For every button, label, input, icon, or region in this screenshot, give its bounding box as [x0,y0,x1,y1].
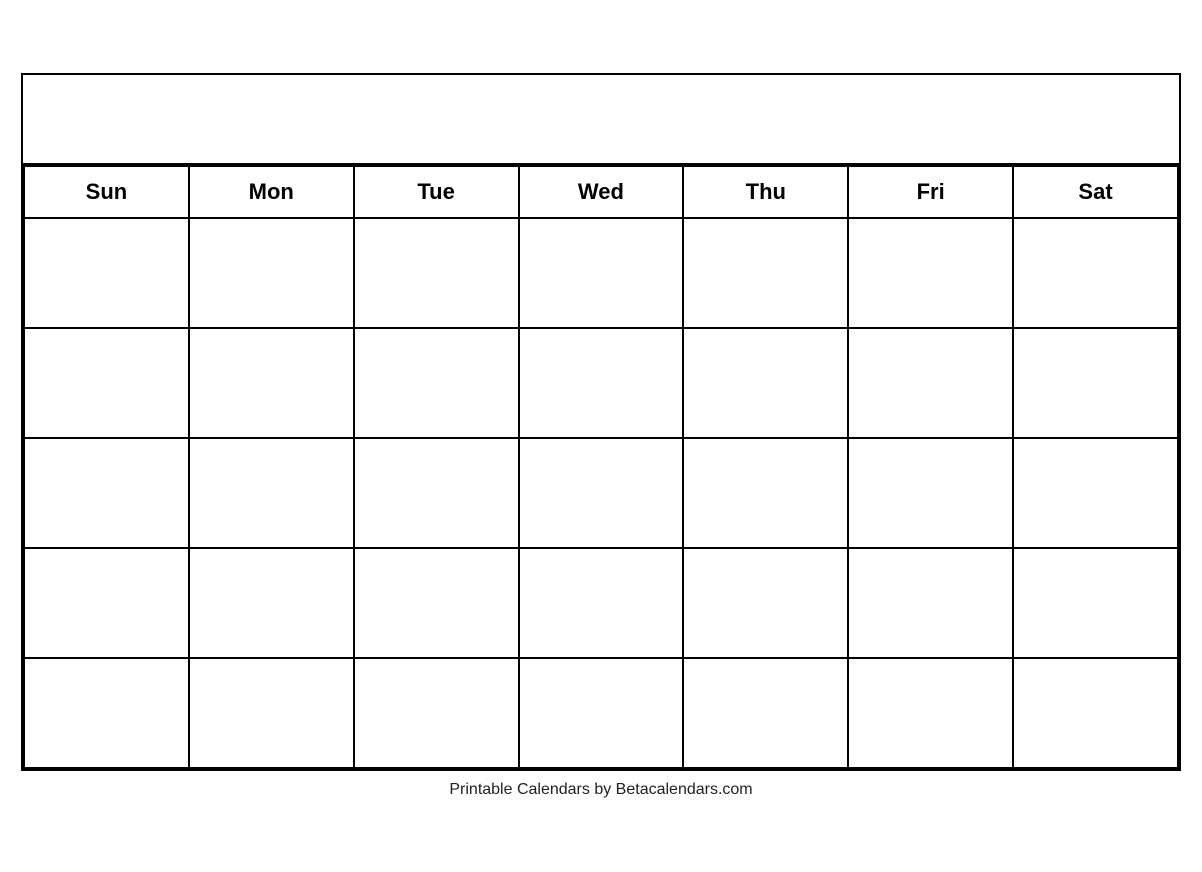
cell-w5-mon [189,658,354,768]
cell-w4-wed [519,548,684,658]
cell-w3-sun [24,438,189,548]
cell-w5-sat [1013,658,1178,768]
cell-w5-thu [683,658,848,768]
cell-w2-mon [189,328,354,438]
calendar-wrapper: Sun Mon Tue Wed Thu Fri Sat [21,73,1181,799]
cell-w4-tue [354,548,519,658]
header-tue: Tue [354,166,519,218]
week-row-1 [24,218,1178,328]
cell-w5-wed [519,658,684,768]
calendar-header-row: Sun Mon Tue Wed Thu Fri Sat [24,166,1178,218]
calendar-table: Sun Mon Tue Wed Thu Fri Sat [23,165,1179,769]
cell-w2-sun [24,328,189,438]
cell-w2-sat [1013,328,1178,438]
header-sat: Sat [1013,166,1178,218]
cell-w2-fri [848,328,1013,438]
cell-w1-fri [848,218,1013,328]
cell-w1-mon [189,218,354,328]
header-sun: Sun [24,166,189,218]
cell-w5-tue [354,658,519,768]
cell-w4-sat [1013,548,1178,658]
cell-w2-wed [519,328,684,438]
cell-w4-mon [189,548,354,658]
cell-w2-thu [683,328,848,438]
cell-w4-thu [683,548,848,658]
footer-text: Printable Calendars by Betacalendars.com [449,781,752,799]
cell-w1-thu [683,218,848,328]
cell-w1-tue [354,218,519,328]
header-mon: Mon [189,166,354,218]
cell-w3-wed [519,438,684,548]
week-row-3 [24,438,1178,548]
cell-w3-fri [848,438,1013,548]
cell-w4-sun [24,548,189,658]
cell-w1-wed [519,218,684,328]
cell-w5-sun [24,658,189,768]
week-row-5 [24,658,1178,768]
week-row-4 [24,548,1178,658]
cell-w3-mon [189,438,354,548]
week-row-2 [24,328,1178,438]
calendar-container: Sun Mon Tue Wed Thu Fri Sat [21,73,1181,771]
cell-w1-sun [24,218,189,328]
cell-w3-sat [1013,438,1178,548]
cell-w5-fri [848,658,1013,768]
cell-w2-tue [354,328,519,438]
cell-w3-tue [354,438,519,548]
header-fri: Fri [848,166,1013,218]
header-wed: Wed [519,166,684,218]
calendar-title-row [23,75,1179,165]
cell-w4-fri [848,548,1013,658]
cell-w1-sat [1013,218,1178,328]
cell-w3-thu [683,438,848,548]
header-thu: Thu [683,166,848,218]
